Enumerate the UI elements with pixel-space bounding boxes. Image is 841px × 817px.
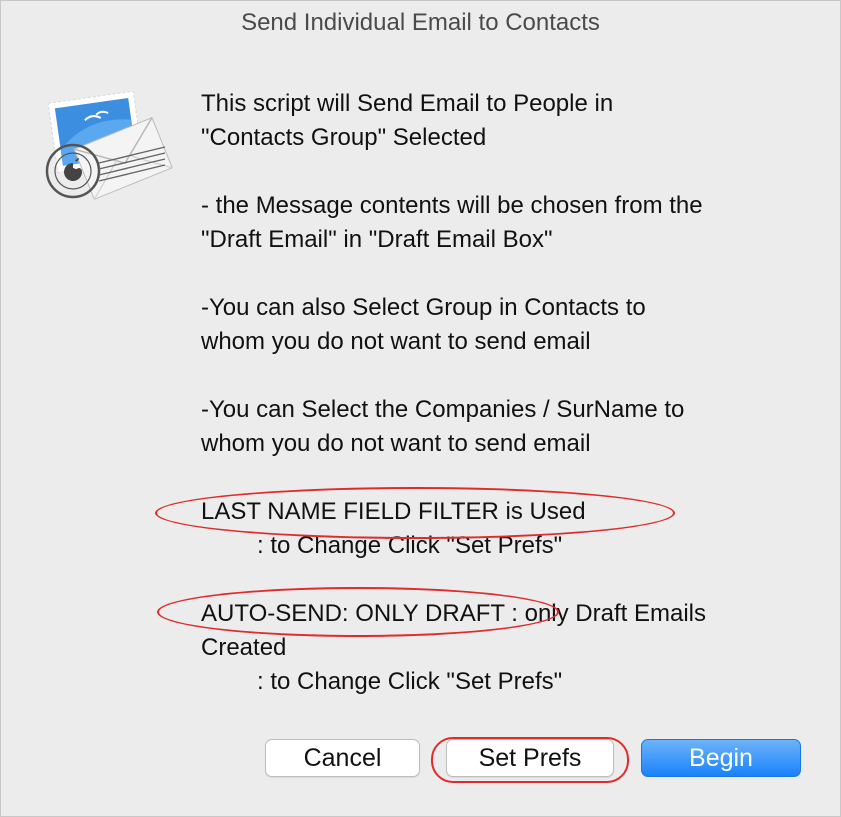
dialog-window: Send Individual Email to Contacts This s…	[0, 0, 841, 817]
filter-hint-text: : to Change Click "Set Prefs"	[257, 532, 563, 559]
autosend-hint-text: : to Change Click "Set Prefs"	[257, 668, 563, 695]
dialog-message: This script will Send Email to People in…	[201, 87, 821, 733]
cancel-button[interactable]: Cancel	[265, 739, 420, 777]
window-title: Send Individual Email to Contacts	[241, 9, 600, 36]
message-draft-source: - the Message contents will be chosen fr…	[201, 192, 703, 253]
message-intro: This script will Send Email to People in…	[201, 90, 614, 151]
set-prefs-button[interactable]: Set Prefs	[446, 739, 614, 777]
begin-button[interactable]: Begin	[641, 739, 801, 777]
message-exclude-group: -You can also Select Group in Contacts t…	[201, 294, 646, 355]
mail-stamp-icon	[35, 85, 175, 205]
autosend-status-text: AUTO-SEND: ONLY DRAFT	[201, 600, 505, 627]
autosend-status-block: AUTO-SEND: ONLY DRAFT : only Draft Email…	[201, 597, 821, 665]
filter-status-text: LAST NAME FIELD FILTER is Used	[201, 498, 586, 525]
message-exclude-companies: -You can Select the Companies / SurName …	[201, 396, 685, 457]
